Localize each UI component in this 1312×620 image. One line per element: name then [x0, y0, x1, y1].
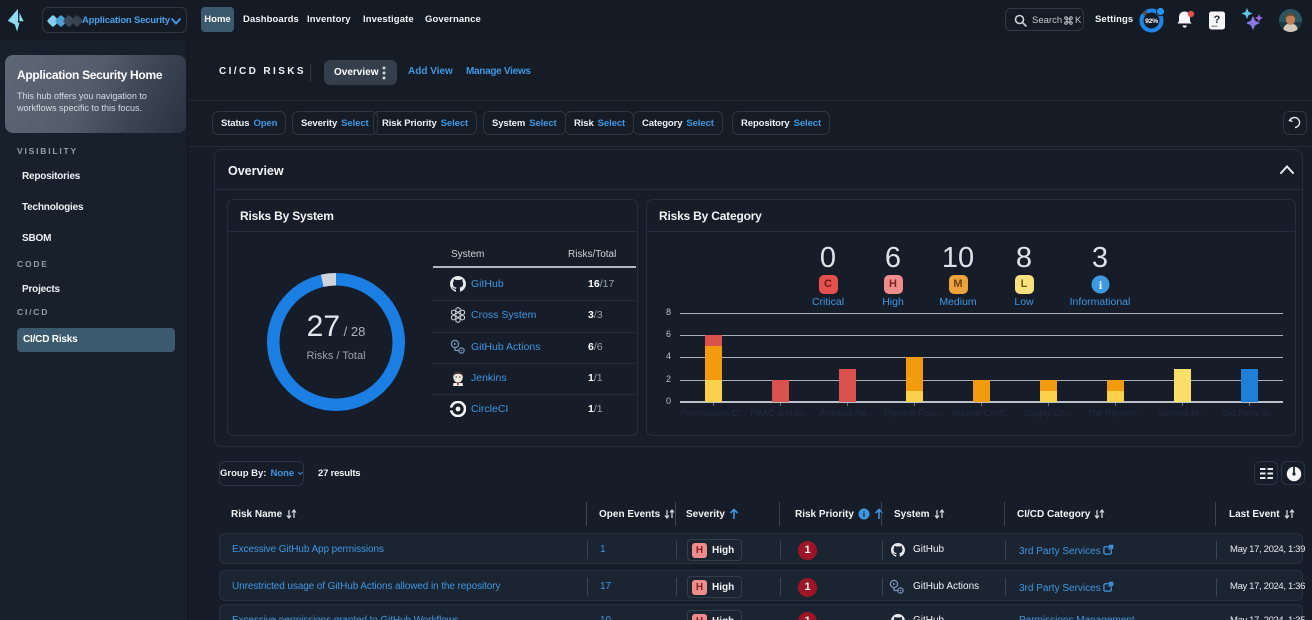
svg-text:i: i [863, 510, 865, 519]
svg-text:?: ? [1214, 14, 1221, 26]
svg-text:92%: 92% [1145, 18, 1158, 25]
